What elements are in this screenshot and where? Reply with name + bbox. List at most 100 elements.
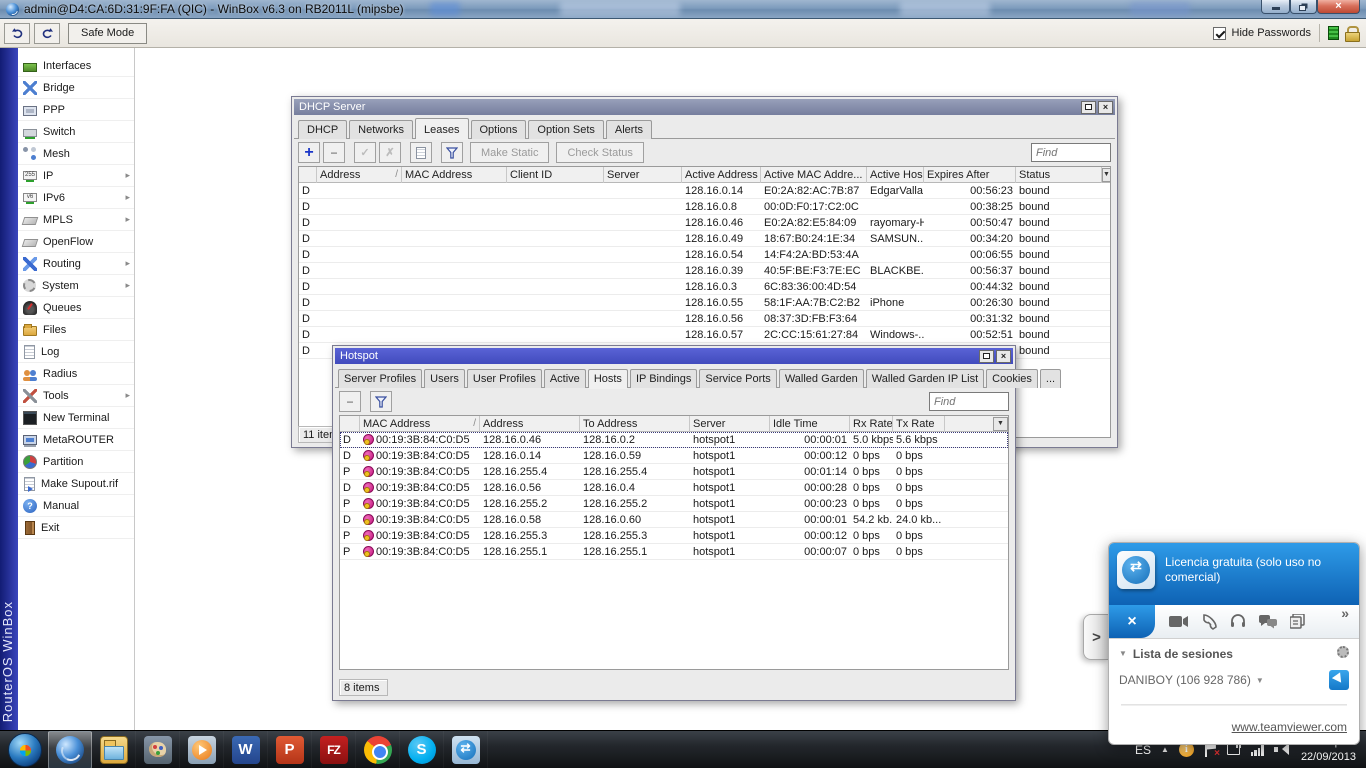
flag-column-header[interactable] xyxy=(340,416,360,432)
hotspot-tab[interactable]: User Profiles xyxy=(466,369,542,388)
column-header-expires[interactable]: Expires After xyxy=(924,167,1016,183)
sidebar-item[interactable]: MetaROUTER xyxy=(18,429,134,451)
teamviewer-link[interactable]: www.teamviewer.com xyxy=(1109,706,1359,744)
show-hidden-icons-button[interactable]: ▲ xyxy=(1161,745,1169,754)
sidebar-item[interactable]: OpenFlow xyxy=(18,231,134,253)
column-header-address[interactable]: Address / xyxy=(317,167,402,183)
column-header-to-address[interactable]: To Address xyxy=(580,416,690,432)
dhcp-lease-row[interactable]: D 128.16.0.56 08:37:3D:FB:F3:64 00:31:32… xyxy=(299,311,1110,327)
chat-icon[interactable] xyxy=(1259,614,1277,629)
sidebar-item[interactable]: Mesh xyxy=(18,143,134,165)
sidebar-item[interactable]: New Terminal xyxy=(18,407,134,429)
add-button[interactable]: + xyxy=(298,142,320,163)
column-header-address[interactable]: Address xyxy=(480,416,580,432)
enable-button[interactable]: ✓ xyxy=(354,142,376,163)
session-item[interactable]: DANIBOY (106 928 786) ▼ xyxy=(1109,666,1359,694)
column-select-dropdown[interactable]: ▼ xyxy=(1102,167,1110,182)
dhcp-lease-row[interactable]: D 128.16.0.55 58:1F:AA:7B:C2:B2 iPhone 0… xyxy=(299,295,1110,311)
start-button[interactable] xyxy=(8,732,42,767)
sidebar-item[interactable]: v6 IPv6 ▸ xyxy=(18,187,134,209)
dhcp-maximize-button[interactable] xyxy=(1081,100,1096,114)
filter-button[interactable] xyxy=(441,142,463,163)
hide-passwords-checkbox[interactable] xyxy=(1212,26,1226,40)
taskbar-app-button[interactable] xyxy=(356,730,400,769)
column-header-idle-time[interactable]: Idle Time xyxy=(770,416,850,432)
minimize-button[interactable] xyxy=(1261,0,1290,14)
dhcp-tab[interactable]: Options xyxy=(470,120,527,139)
sidebar-item[interactable]: Switch xyxy=(18,121,134,143)
hotspot-host-row[interactable]: P 00:19:3B:84:C0:D5 128.16.255.3 128.16.… xyxy=(340,528,1008,544)
hotspot-tab[interactable]: Server Profiles xyxy=(338,369,423,388)
file-transfer-icon[interactable] xyxy=(1290,614,1305,629)
comment-button[interactable] xyxy=(410,142,432,163)
hotspot-tab[interactable]: Users xyxy=(424,369,465,388)
sidebar-item[interactable]: Exit xyxy=(18,517,134,539)
hotspot-window-titlebar[interactable]: Hotspot × xyxy=(335,348,1013,364)
dhcp-lease-row[interactable]: D 128.16.0.46 E0:2A:82:E5:84:09 rayomary… xyxy=(299,215,1110,231)
hotspot-close-button[interactable]: × xyxy=(996,349,1011,363)
undo-button[interactable] xyxy=(4,22,30,44)
window-titlebar[interactable]: admin@D4:CA:6D:31:9F:FA (QIC) - WinBox v… xyxy=(0,0,1366,19)
hotspot-host-row[interactable]: D 00:19:3B:84:C0:D5 128.16.0.46 128.16.0… xyxy=(340,432,1008,448)
sidebar-item[interactable]: PPP xyxy=(18,99,134,121)
taskbar-app-button[interactable] xyxy=(180,730,224,769)
check-status-button[interactable]: Check Status xyxy=(556,142,644,163)
column-header-active-host[interactable]: Active Hos... xyxy=(867,167,924,183)
headset-icon[interactable] xyxy=(1230,614,1246,629)
dhcp-lease-row[interactable]: D 128.16.0.57 2C:CC:15:61:27:84 Windows-… xyxy=(299,327,1110,343)
dhcp-tab[interactable]: Option Sets xyxy=(528,120,604,139)
taskbar-app-button[interactable] xyxy=(92,730,136,769)
column-header-active-address[interactable]: Active Address xyxy=(682,167,761,183)
hotspot-host-row[interactable]: P 00:19:3B:84:C0:D5 128.16.255.1 128.16.… xyxy=(340,544,1008,560)
column-header-mac[interactable]: MAC Address xyxy=(402,167,507,183)
dhcp-find-input[interactable] xyxy=(1031,143,1111,162)
more-actions-icon[interactable]: » xyxy=(1341,605,1359,638)
hotspot-find-input[interactable] xyxy=(929,392,1009,411)
dhcp-tab[interactable]: DHCP xyxy=(298,120,348,139)
remove-button[interactable]: − xyxy=(323,142,345,163)
hotspot-host-row[interactable]: D 00:19:3B:84:C0:D5 128.16.0.58 128.16.0… xyxy=(340,512,1008,528)
filter-button[interactable] xyxy=(370,391,392,412)
flag-column-header[interactable] xyxy=(299,167,317,183)
hotspot-tab[interactable]: IP Bindings xyxy=(629,369,698,388)
redo-button[interactable] xyxy=(34,22,60,44)
hotspot-host-row[interactable]: P 00:19:3B:84:C0:D5 128.16.255.4 128.16.… xyxy=(340,464,1008,480)
sidebar-item[interactable]: Routing ▸ xyxy=(18,253,134,275)
taskbar-app-button[interactable]: W xyxy=(224,730,268,769)
safe-mode-button[interactable]: Safe Mode xyxy=(68,22,148,44)
taskbar-app-button[interactable] xyxy=(444,730,488,769)
hotspot-tab[interactable]: Hosts xyxy=(587,369,628,388)
phone-call-icon[interactable] xyxy=(1201,613,1217,630)
hotspot-tab[interactable]: Walled Garden xyxy=(778,369,864,388)
column-header-server[interactable]: Server xyxy=(690,416,770,432)
taskbar-app-button[interactable]: FZ xyxy=(312,730,356,769)
dhcp-lease-row[interactable]: D 128.16.0.39 40:5F:BE:F3:7E:EC BLACKBE.… xyxy=(299,263,1110,279)
restore-button[interactable] xyxy=(1290,0,1317,14)
column-header-status[interactable]: Status xyxy=(1016,167,1102,183)
sidebar-item[interactable]: Interfaces xyxy=(18,55,134,77)
hotspot-host-row[interactable]: P 00:19:3B:84:C0:D5 128.16.255.2 128.16.… xyxy=(340,496,1008,512)
taskbar-app-button[interactable] xyxy=(136,730,180,769)
dhcp-lease-row[interactable]: D 128.16.0.49 18:67:B0:24:1E:34 SAMSUN..… xyxy=(299,231,1110,247)
remove-button[interactable]: − xyxy=(339,391,361,412)
column-header-tx-rate[interactable]: Tx Rate xyxy=(893,416,945,432)
sidebar-item[interactable]: Tools ▸ xyxy=(18,385,134,407)
hotspot-tab[interactable]: Active xyxy=(543,369,586,388)
session-list-header[interactable]: ▼ Lista de sesiones xyxy=(1109,639,1359,666)
disable-button[interactable]: ✗ xyxy=(379,142,401,163)
column-header-clientid[interactable]: Client ID xyxy=(507,167,604,183)
sidebar-item[interactable]: Queues xyxy=(18,297,134,319)
hotspot-host-row[interactable]: D 00:19:3B:84:C0:D5 128.16.0.56 128.16.0… xyxy=(340,480,1008,496)
connect-cursor-button[interactable] xyxy=(1329,670,1349,690)
column-header-mac[interactable]: MAC Address / xyxy=(360,416,480,432)
hotspot-tab[interactable]: ... xyxy=(1039,369,1062,388)
column-header-server[interactable]: Server xyxy=(604,167,682,183)
sidebar-item[interactable]: ? Manual xyxy=(18,495,134,517)
sidebar-item[interactable]: Radius xyxy=(18,363,134,385)
sidebar-item[interactable]: System ▸ xyxy=(18,275,134,297)
dhcp-lease-row[interactable]: D 128.16.0.54 14:F4:2A:BD:53:4A 00:06:55… xyxy=(299,247,1110,263)
sidebar-item[interactable]: Partition xyxy=(18,451,134,473)
taskbar-app-button[interactable] xyxy=(48,730,92,769)
hotspot-tab[interactable]: Service Ports xyxy=(699,369,777,388)
column-header-active-mac[interactable]: Active MAC Addre... xyxy=(761,167,867,183)
